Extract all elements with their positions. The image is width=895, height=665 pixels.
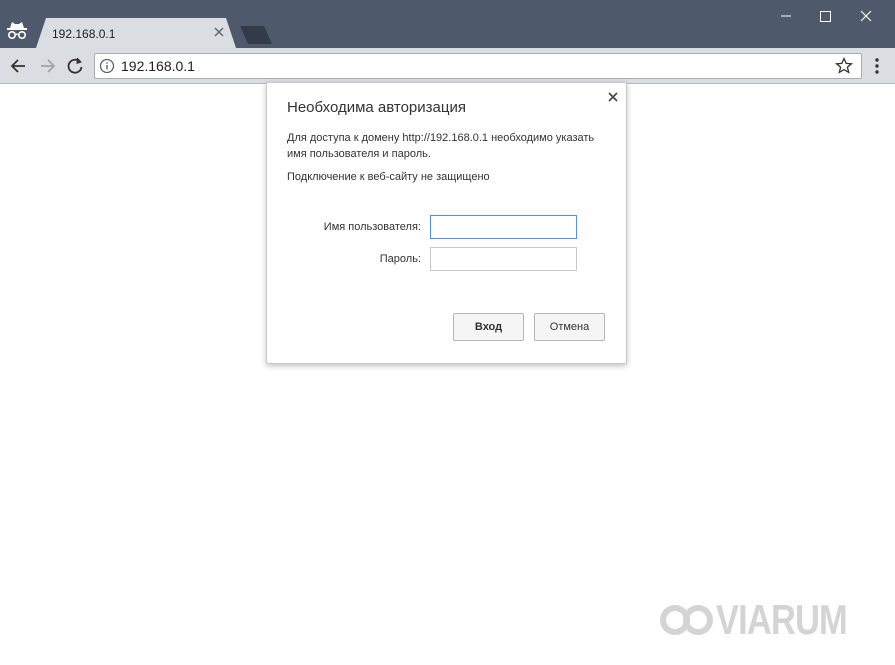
back-arrow-icon[interactable] (8, 56, 30, 76)
window-close-icon[interactable] (846, 2, 886, 30)
password-input[interactable] (430, 247, 577, 271)
maximize-icon[interactable] (805, 2, 845, 30)
minimize-icon[interactable] (766, 2, 806, 30)
login-button[interactable]: Вход (453, 313, 524, 341)
info-icon[interactable] (98, 57, 116, 75)
address-bar[interactable] (94, 53, 862, 79)
kebab-menu-icon[interactable] (870, 56, 884, 76)
username-input[interactable] (430, 215, 577, 239)
tab-title: 192.168.0.1 (52, 27, 116, 41)
dialog-title: Необходима авторизация (287, 99, 466, 116)
watermark-text: VIARUM (716, 596, 848, 643)
incognito-icon (7, 22, 27, 40)
star-icon[interactable] (834, 56, 854, 76)
forward-arrow-icon[interactable] (36, 56, 58, 76)
connection-warning: Подключение к веб-сайту не защищено (287, 171, 490, 183)
close-icon[interactable] (607, 91, 619, 103)
password-label: Пароль: (379, 253, 421, 265)
auth-dialog: Необходима авторизация Для доступа к дом… (266, 82, 627, 364)
dialog-message: Для доступа к домену http://192.168.0.1 … (287, 132, 595, 160)
close-icon[interactable] (211, 24, 227, 40)
reload-icon[interactable] (64, 56, 86, 76)
cancel-button[interactable]: Отмена (534, 313, 605, 341)
username-label: Имя пользователя: (323, 221, 421, 233)
url-text[interactable]: 192.168.0.1 (121, 58, 195, 74)
